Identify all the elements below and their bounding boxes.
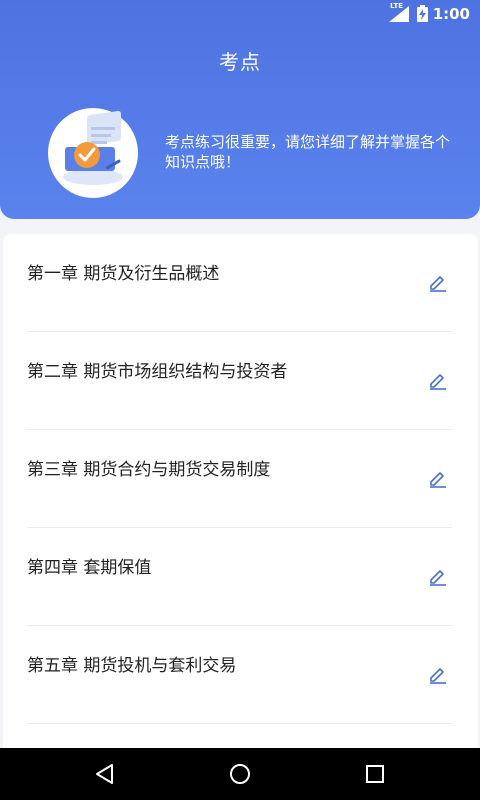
header-banner: LTE 1:00 考点 考点练习很重要，请您详细了解并掌握各个知识点哦！ (0, 0, 480, 219)
pencil-icon[interactable] (428, 468, 448, 488)
home-icon[interactable] (228, 762, 252, 786)
chapter-item-3[interactable]: 第三章 期货合约与期货交易制度 (27, 430, 452, 528)
battery-charging-icon (417, 5, 428, 22)
chapter-item-4[interactable]: 第四章 套期保值 (27, 528, 452, 626)
clock: 1:00 (432, 5, 470, 23)
pencil-icon[interactable] (428, 370, 448, 390)
chapter-label: 第五章 期货投机与套利交易 (27, 656, 237, 676)
signal-icon (389, 6, 409, 22)
pencil-icon[interactable] (428, 566, 448, 586)
recents-icon[interactable] (363, 762, 387, 786)
page-title: 考点 (219, 50, 261, 74)
status-bar: LTE 1:00 (0, 0, 480, 28)
chapter-item-1[interactable]: 第一章 期货及衍生品概述 (27, 234, 452, 332)
pencil-icon[interactable] (428, 272, 448, 292)
intro-text: 考点练习很重要，请您详细了解并掌握各个知识点哦！ (165, 133, 451, 171)
chapter-item-5[interactable]: 第五章 期货投机与套利交易 (27, 626, 452, 724)
pencil-icon[interactable] (428, 664, 448, 684)
chapter-label: 第三章 期货合约与期货交易制度 (27, 460, 271, 480)
chapter-label: 第一章 期货及衍生品概述 (27, 264, 220, 284)
back-icon[interactable] (93, 762, 117, 786)
navigation-bar (0, 748, 480, 800)
chapter-label: 第二章 期货市场组织结构与投资者 (27, 362, 288, 382)
chapter-item-2[interactable]: 第二章 期货市场组织结构与投资者 (27, 332, 452, 430)
checklist-illustration-icon (48, 108, 138, 198)
chapter-list: 第一章 期货及衍生品概述 第二章 期货市场组织结构与投资者 第三章 期货合约与期… (3, 234, 478, 754)
chapter-label: 第四章 套期保值 (27, 558, 152, 578)
